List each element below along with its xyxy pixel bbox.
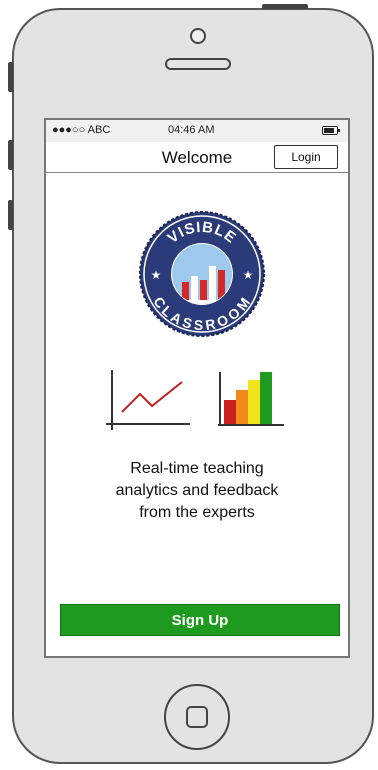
battery-icon: [322, 126, 340, 135]
tagline-line-2: analytics and feedback: [115, 482, 279, 499]
volume-down-button: [8, 200, 13, 230]
nav-bar: Welcome Login: [46, 142, 348, 173]
home-square-icon: [186, 706, 208, 728]
app-screen: ●●●○○ ABC 04:46 AM Welcome Login VISIBLE: [44, 118, 350, 658]
tagline: Real-time teaching analytics and feedbac…: [46, 458, 348, 524]
logo-star-right-icon: ★: [243, 268, 254, 282]
power-button: [262, 4, 308, 9]
visible-classroom-logo: VISIBLE CLASSROOM ★ ★: [139, 211, 265, 337]
login-button[interactable]: Login: [274, 145, 338, 169]
tagline-line-3: from the experts: [139, 504, 255, 521]
volume-up-button: [8, 140, 13, 170]
carrier-signal: ●●●○○ ABC: [52, 124, 111, 136]
mute-switch: [8, 62, 13, 92]
status-bar: ●●●○○ ABC 04:46 AM: [46, 120, 348, 143]
line-chart-icon: [106, 370, 190, 430]
bar-chart-icon: [218, 372, 284, 426]
front-camera: [190, 28, 206, 44]
tagline-line-1: Real-time teaching: [130, 460, 264, 477]
home-button[interactable]: [164, 684, 230, 750]
earpiece-speaker: [165, 58, 231, 70]
logo-star-left-icon: ★: [151, 268, 162, 282]
status-time: 04:46 AM: [168, 124, 215, 136]
sign-up-button[interactable]: Sign Up: [60, 604, 340, 636]
